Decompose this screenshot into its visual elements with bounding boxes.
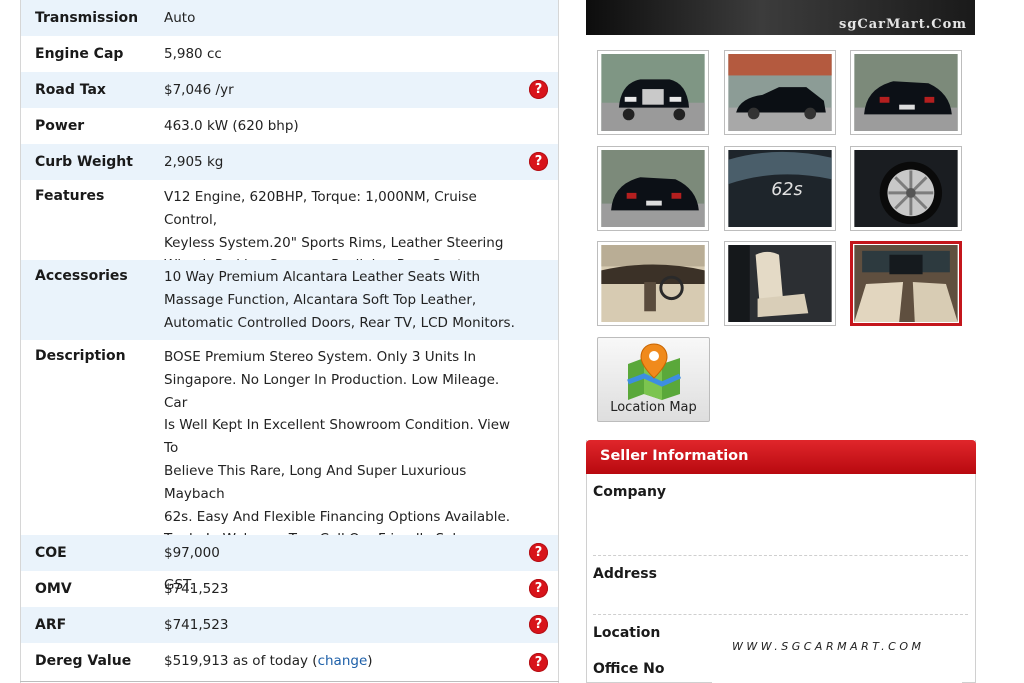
spec-value: $519,913 as of today (change)	[164, 650, 524, 673]
spec-value: 10 Way Premium Alcantara Leather Seats W…	[164, 266, 524, 334]
help-icon[interactable]: ?	[529, 152, 548, 171]
car-rear-icon	[601, 150, 705, 227]
spec-value-line: Automatic Controlled Doors, Rear TV, LCD…	[164, 314, 515, 331]
divider	[593, 614, 968, 615]
location-map-label: Location Map	[610, 400, 697, 415]
help-icon[interactable]: ?	[529, 80, 548, 99]
spec-label: OMV	[35, 581, 72, 597]
spec-value: Auto	[164, 7, 524, 30]
gallery-thumbnail[interactable]	[597, 241, 709, 326]
gallery-thumbnail[interactable]	[850, 241, 962, 326]
photo-watermark: sgCarMart.Com	[839, 17, 967, 32]
spec-row: Curb Weight 2,905 kg?	[21, 144, 558, 180]
spec-value: $741,523	[164, 578, 524, 601]
spec-label: Description	[35, 348, 126, 364]
main-photo[interactable]: sgCarMart.Com	[586, 0, 975, 35]
spec-row: OMV $741,523?	[21, 571, 558, 607]
spec-value: 463.0 kW (620 bhp)	[164, 115, 524, 138]
spec-value-line: Keyless System.20" Sports Rims, Leather …	[164, 234, 504, 251]
spec-label: Accessories	[35, 268, 128, 284]
site-watermark: WWW.SGCARMART.COM	[712, 636, 962, 683]
divider	[593, 555, 968, 556]
car-side-icon	[728, 54, 832, 131]
seller-company-label: Company	[593, 484, 667, 500]
spec-value-text: $97,000	[164, 545, 220, 561]
spec-value: $97,000	[164, 542, 524, 565]
spec-value-text: $519,913 as of today (	[164, 653, 318, 669]
spec-label: COE	[35, 545, 67, 561]
spec-label: Transmission	[35, 10, 139, 26]
spec-value-text: $741,523	[164, 617, 229, 633]
spec-value-line: Singapore. No Longer In Production. Low …	[164, 371, 500, 411]
help-icon[interactable]: ?	[529, 653, 548, 672]
car-badge-icon: 62s	[728, 150, 832, 227]
gallery-thumbnail[interactable]	[724, 241, 836, 326]
spec-value-line: Believe This Rare, Long And Super Luxuri…	[164, 462, 467, 502]
spec-label: Curb Weight	[35, 154, 133, 170]
car-rear-icon	[854, 54, 958, 131]
spec-row: Power 463.0 kW (620 bhp)	[21, 108, 558, 144]
seat-icon	[728, 245, 832, 322]
seller-address-label: Address	[593, 566, 657, 582]
spec-value-suffix: )	[367, 653, 373, 669]
seller-location-label: Location	[593, 625, 661, 641]
spec-label: Road Tax	[35, 82, 106, 98]
seller-title: Seller Information	[600, 448, 749, 464]
spec-value-line: Massage Function, Alcantara Soft Top Lea…	[164, 291, 477, 308]
spec-value: 2,905 kg	[164, 151, 524, 174]
spec-label: Engine Cap	[35, 46, 124, 62]
dashboard-icon	[601, 245, 705, 322]
spec-label: Features	[35, 188, 105, 204]
site-watermark-text: WWW.SGCARMART.COM	[732, 640, 925, 653]
spec-value: $741,523	[164, 614, 524, 637]
spec-row: ARF $741,523?	[21, 607, 558, 643]
spec-value-line: 10 Way Premium Alcantara Leather Seats W…	[164, 269, 481, 285]
gallery-thumbnail[interactable]	[850, 50, 962, 135]
spec-label: Power	[35, 118, 85, 134]
spec-value-line: V12 Engine, 620BHP, Torque: 1,000NM, Cru…	[164, 189, 477, 228]
gallery-thumbnail[interactable]	[597, 50, 709, 135]
spec-value-text: 5,980 cc	[164, 46, 222, 62]
change-link[interactable]: change	[318, 653, 368, 669]
spec-value-line: BOSE Premium Stereo System. Only 3 Units…	[164, 349, 477, 365]
help-icon[interactable]: ?	[529, 543, 548, 562]
spec-value-text: Auto	[164, 10, 196, 26]
location-map-button[interactable]: Location Map	[597, 337, 710, 422]
spec-row: Features V12 Engine, 620BHP, Torque: 1,00…	[21, 180, 558, 273]
spec-value: $7,046 /yr	[164, 79, 524, 102]
seller-header: Seller Information	[586, 440, 976, 474]
help-icon[interactable]: ?	[529, 615, 548, 634]
spec-value-line: Is Well Kept In Excellent Showroom Condi…	[164, 417, 511, 457]
gallery-thumbnail[interactable]	[597, 146, 709, 231]
gallery-thumbnail[interactable]: 62s	[724, 146, 836, 231]
map-pin-icon	[627, 343, 682, 400]
gallery-thumbnail[interactable]	[850, 146, 962, 231]
divider	[20, 681, 559, 682]
help-icon[interactable]: ?	[529, 579, 548, 598]
svg-text:62s: 62s	[771, 180, 802, 200]
seller-office-label: Office No	[593, 661, 665, 677]
spec-value-text: 463.0 kW (620 bhp)	[164, 118, 299, 134]
spec-table: Transmission Auto Engine Cap 5,980 cc Road T…	[20, 0, 559, 683]
spec-row: Description BOSE Premium Stereo System. O…	[21, 340, 558, 593]
spec-row: COE $97,000?	[21, 535, 558, 571]
spec-row: Road Tax $7,046 /yr?	[21, 72, 558, 108]
spec-label: Dereg Value	[35, 653, 132, 669]
spec-value-text: $7,046 /yr	[164, 82, 234, 98]
gallery-thumbnail[interactable]	[724, 50, 836, 135]
spec-row: Accessories 10 Way Premium Alcantara Leat…	[21, 260, 558, 340]
spec-row: Transmission Auto	[21, 0, 558, 36]
spec-row: Dereg Value $519,913 as of today (change)…	[21, 643, 558, 683]
spec-value-text: $741,523	[164, 581, 229, 597]
spec-value: 5,980 cc	[164, 43, 524, 66]
spec-value-line: 62s. Easy And Flexible Financing Options…	[164, 508, 511, 525]
spec-row: Engine Cap 5,980 cc	[21, 36, 558, 72]
spec-label: ARF	[35, 617, 67, 633]
spec-value-text: 2,905 kg	[164, 154, 224, 170]
wheel-icon	[854, 150, 958, 227]
car-front-icon	[601, 54, 705, 131]
rear-cabin-icon	[854, 245, 958, 322]
